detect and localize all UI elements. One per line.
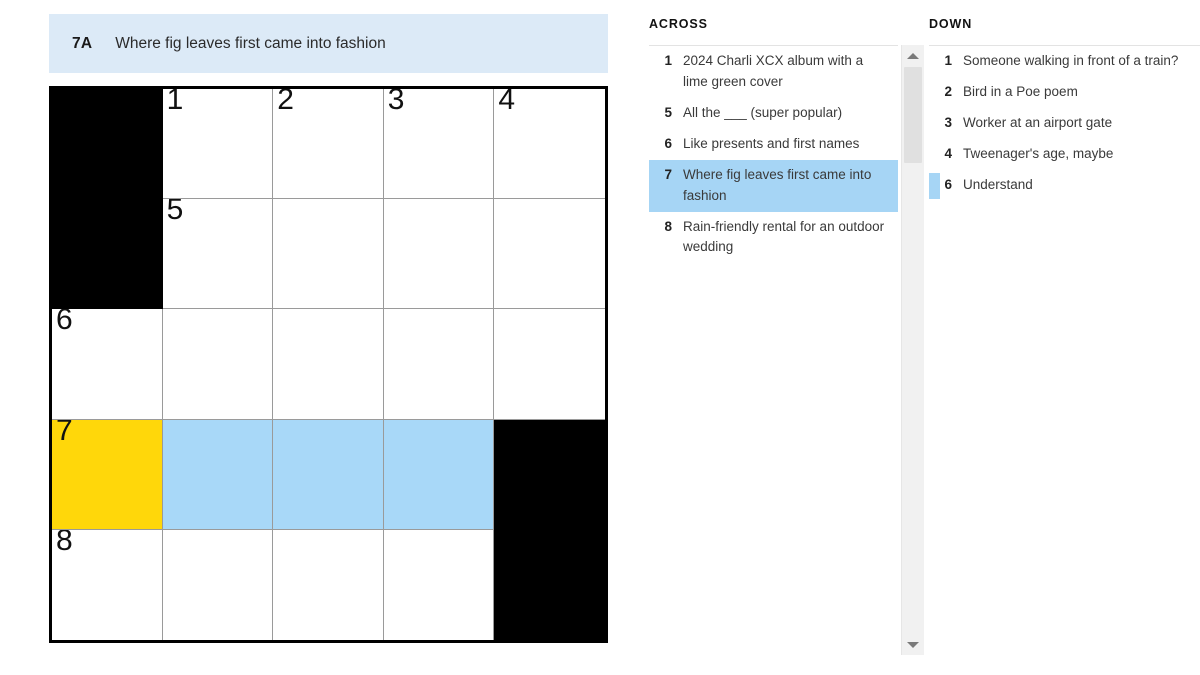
clue-text: Tweenager's age, maybe <box>963 145 1114 161</box>
grid-cell-number: 5 <box>166 199 184 227</box>
grid-cell[interactable] <box>494 309 605 420</box>
current-clue-text: Where fig leaves first came into fashion <box>115 34 386 52</box>
grid-cell[interactable]: 8 <box>52 529 163 640</box>
clue-text: 2024 Charli XCX album with a lime green … <box>683 53 864 89</box>
down-clue-list[interactable]: 1 Someone walking in front of a train? 2 Bi… <box>929 45 1200 655</box>
current-clue-bar[interactable]: 7A Where fig leaves first came into fash… <box>49 14 608 73</box>
across-clue-item[interactable]: 5 All the ___ (super popular) <box>649 98 898 129</box>
current-clue-number: 7A <box>72 34 93 52</box>
grid-cell[interactable]: 2 <box>273 89 384 200</box>
clue-text: Bird in a Poe poem <box>963 83 1078 99</box>
grid-cell[interactable] <box>383 199 495 310</box>
grid-cell-number: 1 <box>166 89 184 116</box>
grid-cell[interactable] <box>494 199 605 310</box>
grid-cell[interactable] <box>273 529 384 640</box>
grid-cell-block <box>52 199 163 310</box>
clue-text: Worker at an airport gate <box>963 114 1113 130</box>
across-scrollbar[interactable] <box>901 45 924 655</box>
clue-number: 7 <box>664 166 672 182</box>
grid-cell[interactable]: 3 <box>383 89 495 200</box>
triangle-down-icon[interactable] <box>902 636 924 653</box>
clue-selection-marker <box>929 172 940 199</box>
grid-cell[interactable] <box>383 529 495 640</box>
grid-cell[interactable] <box>273 199 384 310</box>
across-clue-item[interactable]: 8 Rain-friendly rental for an outdoor wed… <box>649 212 898 264</box>
grid-cell-number: 3 <box>387 89 405 116</box>
down-column: DOWN 1 Someone walking in front of a trai… <box>929 0 1200 675</box>
across-column: ACROSS 1 2024 Charli XCX album with a lim… <box>649 0 924 675</box>
grid-cell-number: 7 <box>56 419 73 447</box>
grid-cell-block <box>494 529 605 640</box>
crossword-grid[interactable]: 1 2 3 4 5 6 7 8 <box>49 86 608 643</box>
across-heading: ACROSS <box>649 17 708 31</box>
grid-cell[interactable] <box>273 309 384 420</box>
down-clue-item[interactable]: 6 Understand <box>929 170 1200 201</box>
grid-cell[interactable]: 7 <box>52 419 163 530</box>
grid-cell-number: 6 <box>56 309 73 337</box>
clue-lists-pane: ACROSS 1 2024 Charli XCX album with a lim… <box>636 0 1200 675</box>
clue-number: 4 <box>944 145 952 161</box>
clue-number: 3 <box>944 114 952 130</box>
clue-text: Rain-friendly rental for an outdoor wedd… <box>683 218 885 255</box>
clue-text: Like presents and first names <box>683 135 860 151</box>
grid-cell-number: 2 <box>277 89 294 116</box>
grid-cell[interactable] <box>273 419 384 530</box>
grid-cell[interactable] <box>162 309 274 420</box>
across-clue-item[interactable]: 7 Where fig leaves first came into fashio… <box>649 159 898 212</box>
clue-text: Where fig leaves first came into fashion <box>683 166 872 203</box>
grid-cell[interactable]: 5 <box>162 199 274 310</box>
grid-cell-block <box>494 419 605 530</box>
grid-cell[interactable] <box>383 419 495 530</box>
clue-text: Understand <box>963 176 1033 192</box>
clue-text: All the ___ (super popular) <box>683 104 843 120</box>
clue-number: 2 <box>944 83 952 99</box>
down-clue-item[interactable]: 2 Bird in a Poe poem <box>929 77 1200 108</box>
grid-cell[interactable] <box>383 309 495 420</box>
grid-cell-number: 8 <box>56 529 73 557</box>
grid-cell[interactable] <box>162 419 274 530</box>
grid-cell[interactable] <box>162 529 274 640</box>
down-clue-item[interactable]: 1 Someone walking in front of a train? <box>929 46 1200 77</box>
across-clue-item[interactable]: 6 Like presents and first names <box>649 129 898 160</box>
scrollbar-thumb[interactable] <box>904 67 922 163</box>
down-heading: DOWN <box>929 17 973 31</box>
clue-number: 6 <box>664 135 672 151</box>
across-clue-list[interactable]: 1 2024 Charli XCX album with a lime green… <box>649 45 898 655</box>
clue-number: 1 <box>664 53 672 68</box>
across-clue-item[interactable]: 1 2024 Charli XCX album with a lime green… <box>649 46 898 98</box>
grid-cell[interactable]: 1 <box>162 89 274 200</box>
grid-cell[interactable]: 6 <box>52 309 163 420</box>
clue-number: 8 <box>664 218 672 234</box>
grid-cell[interactable]: 4 <box>494 89 605 200</box>
grid-cell-number: 4 <box>498 89 516 116</box>
puzzle-pane: 7A Where fig leaves first came into fash… <box>0 0 636 675</box>
grid-cell-block <box>52 89 163 200</box>
down-clue-item[interactable]: 3 Worker at an airport gate <box>929 108 1200 139</box>
down-clue-item[interactable]: 4 Tweenager's age, maybe <box>929 139 1200 170</box>
clue-text: Someone walking in front of a train? <box>963 53 1179 68</box>
clue-number: 1 <box>944 53 952 68</box>
clue-number: 5 <box>664 104 672 120</box>
triangle-up-icon[interactable] <box>902 47 924 64</box>
